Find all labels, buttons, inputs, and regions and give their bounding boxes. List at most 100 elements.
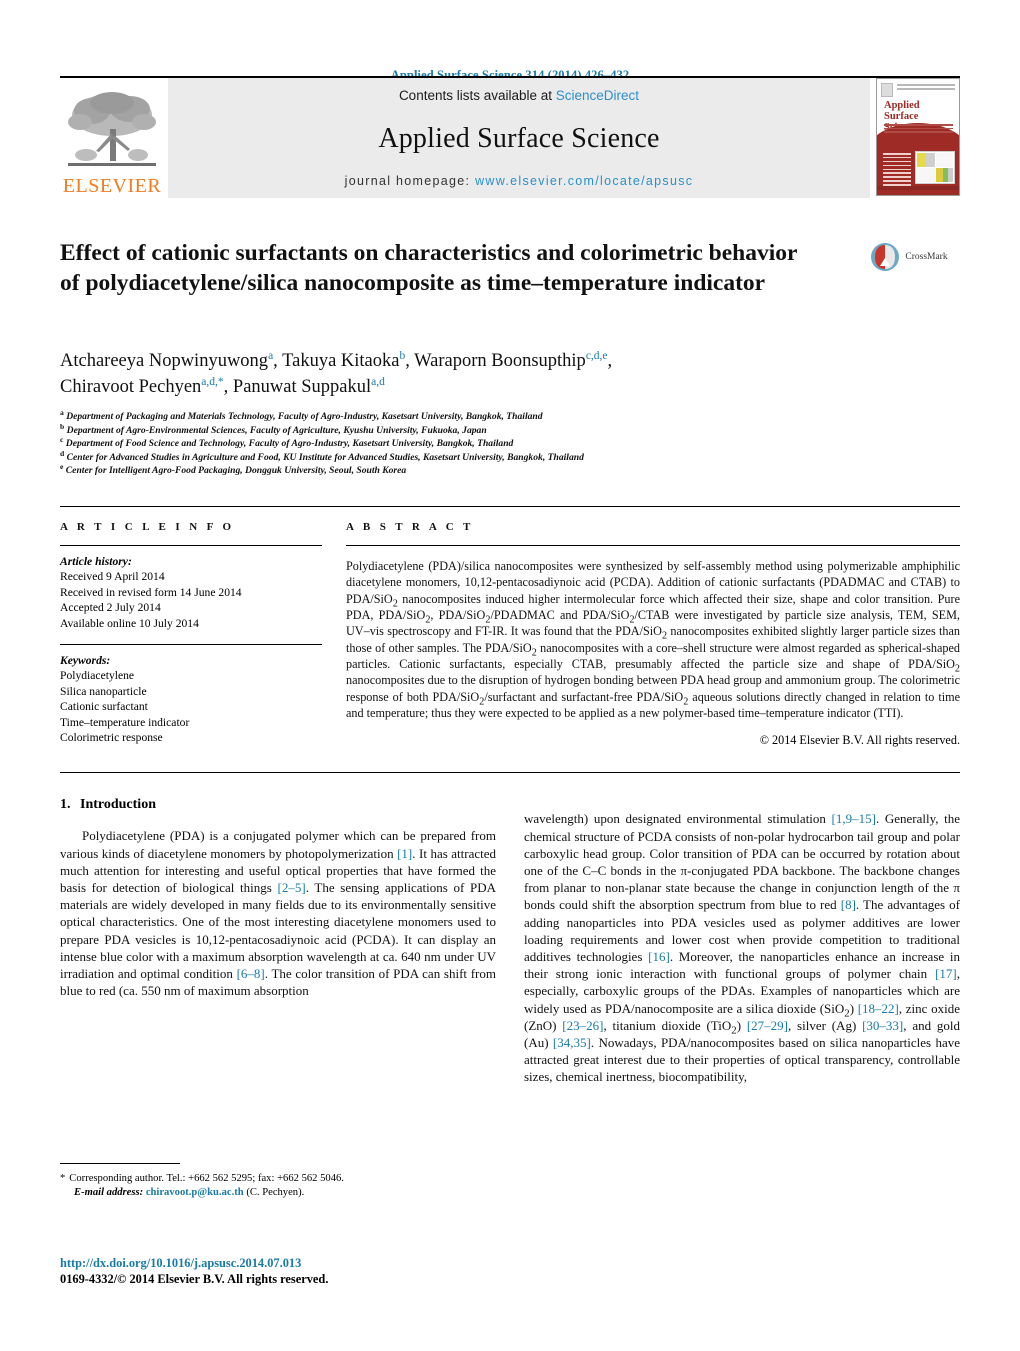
citation-ref[interactable]: [1,9–15] [832,811,876,826]
affiliation-mark: b [60,421,65,431]
corresponding-author-text: Corresponding author. Tel.: +662 562 529… [69,1173,344,1184]
journal-band: Contents lists available at ScienceDirec… [168,78,870,198]
affiliation-item: c Department of Food Science and Technol… [60,435,960,451]
abstract-heading: A B S T R A C T [346,520,474,533]
contents-available-line: Contents lists available at ScienceDirec… [399,88,639,103]
doi-footer: http://dx.doi.org/10.1016/j.apsusc.2014.… [60,1256,500,1287]
author-name: Chiravoot Pechyen [60,377,202,397]
citation-ref[interactable]: [16] [648,949,670,964]
article-info-column: A R T I C L E I N F O Article history: R… [60,521,322,748]
author-affil-marks[interactable]: c,d,e [586,350,608,362]
abstract-text: Polydiacetylene (PDA)/silica nanocomposi… [346,559,960,720]
intro-paragraph-left: Polydiacetylene (PDA) is a conjugated po… [60,828,497,999]
abstract-column: A B S T R A C T Polydiacetylene (PDA)/si… [346,521,960,748]
author-name: Waraporn Boonsupthip [414,351,586,371]
affiliation-mark: d [60,448,65,458]
page-title: Effect of cationic surfactants on charac… [60,240,798,296]
journal-masthead: ELSEVIER Contents lists available at Sci… [60,76,960,198]
section-title-introduction: 1. Introduction [60,797,496,813]
author-separator: , [273,351,283,371]
sciencedirect-link[interactable]: ScienceDirect [556,88,639,103]
affiliation-text: Center for Advanced Studies in Agricultu… [66,451,584,463]
citation-ref[interactable]: [17] [935,966,957,981]
citation-ref[interactable]: [2–5] [278,880,306,895]
footnote-text: * Corresponding author. Tel.: +662 562 52… [60,1172,490,1201]
corresponding-email-link[interactable]: chiravoot.p@ku.ac.th [146,1187,244,1198]
keyword-item: Time–temperature indicator [60,715,190,729]
email-label: E-mail address: [74,1187,144,1199]
author-affil-marks[interactable]: a,d [371,376,385,388]
body-column-right: wavelength) upon designated environmenta… [524,797,960,1098]
author-separator: , [405,351,415,371]
keyword-item: Colorimetric response [60,731,163,745]
affiliation-item: d Center for Advanced Studies in Agricul… [60,448,960,465]
divider [346,544,960,546]
journal-homepage-link[interactable]: www.elsevier.com/locate/apsusc [475,174,693,188]
citation-ref[interactable]: [18–22] [858,1001,899,1016]
crossmark-badge[interactable]: CrossMark [860,242,958,272]
history-item: Accepted 2 July 2014 [60,601,161,615]
article-history-label: Article history: [60,554,132,568]
body-column-left: 1. Introduction Polydiacetylene (PDA) is… [60,797,496,1098]
author-name: Takuya Kitaoka [282,351,400,371]
affiliation-mark: a [60,407,64,417]
divider [60,644,322,645]
cover-bottom-bar [877,186,959,190]
author-name: Atchareeya Nopwinyuwong [60,351,269,371]
keywords-block: Keywords: Polydiacetylene Silica nanopar… [60,653,322,745]
info-abstract-section: A R T I C L E I N F O Article history: R… [60,505,960,748]
keywords-label: Keywords: [60,654,111,667]
affiliation-text: Center for Intelligent Agro-Food Packagi… [65,465,407,477]
copyright-line: © 2014 Elsevier B.V. All rights reserved… [759,733,960,748]
journal-cover-thumbnail: Applied Surface Science [876,78,960,196]
citation-ref[interactable]: [6–8] [237,966,265,981]
article-info-heading: A R T I C L E I N F O [60,520,235,533]
cover-title-line1: Applied [884,100,920,111]
author-separator: , [223,377,233,397]
cover-figure-grid [915,151,955,184]
affiliation-text: Department of Packaging and Materials Te… [66,411,543,422]
citation-ref[interactable]: [27–29] [747,1018,788,1033]
article-history: Article history: Received 9 April 2014 R… [60,554,322,631]
affiliation-item: e Center for Intelligent Agro-Food Packa… [60,463,960,478]
cover-subtitle-lines [884,124,953,135]
divider [60,544,322,546]
history-item: Available online 10 July 2014 [60,616,199,630]
divider [60,772,960,774]
elsevier-wordmark: ELSEVIER [62,175,162,197]
citation-ref[interactable]: [8] [841,897,856,912]
crossmark-icon [871,243,900,271]
citation-ref[interactable]: [23–26] [562,1018,603,1033]
author-affil-marks[interactable]: a,d,* [201,376,223,388]
author-item: Takuya Kitaokab [282,350,405,371]
doi-link[interactable]: http://dx.doi.org/10.1016/j.apsusc.2014.… [60,1256,500,1271]
body-columns: 1. Introduction Polydiacetylene (PDA) is… [60,797,960,1098]
running-head: Applied Surface Science 314 (2014) 426–4… [390,68,630,82]
elsevier-tree-icon [68,92,156,166]
keyword-item: Cationic surfactant [60,700,148,714]
author-item: Panuwat Suppakula,d [232,376,385,397]
citation-ref[interactable]: [34,35] [553,1035,591,1050]
author-list: Atchareeya Nopwinyuwonga, Takuya Kitaoka… [60,348,960,400]
affiliation-mark: c [60,435,64,444]
homepage-prefix: journal homepage: [344,174,476,188]
citation-ref[interactable]: [1] [397,846,412,861]
footnote-star: * [60,1173,66,1184]
citation-ref[interactable]: [30–33] [862,1018,903,1033]
author-item: Atchareeya Nopwinyuwonga [60,350,273,371]
affiliation-text: Department of Food Science and Technolog… [65,438,514,450]
affiliation-list: a Department of Packaging and Materials … [60,407,960,478]
keyword-item: Silica nanoparticle [60,684,147,698]
affiliation-item: b Department of Agro-Environmental Scien… [60,421,960,438]
journal-homepage-line: journal homepage: www.elsevier.com/locat… [345,174,694,188]
intro-paragraph-right: wavelength) upon designated environmenta… [524,811,961,1085]
author-separator: , [607,351,613,371]
section-title-text: Introduction [80,797,156,813]
cover-elsevier-icon [881,83,893,97]
author-name: Panuwat Suppakul [232,377,372,397]
section-number: 1. [60,797,71,813]
title-block: Effect of cationic surfactants on charac… [60,238,960,334]
email-suffix: (C. Pechyen). [246,1187,305,1199]
affiliation-item: a Department of Packaging and Materials … [60,407,960,424]
cover-header-lines [897,84,955,90]
